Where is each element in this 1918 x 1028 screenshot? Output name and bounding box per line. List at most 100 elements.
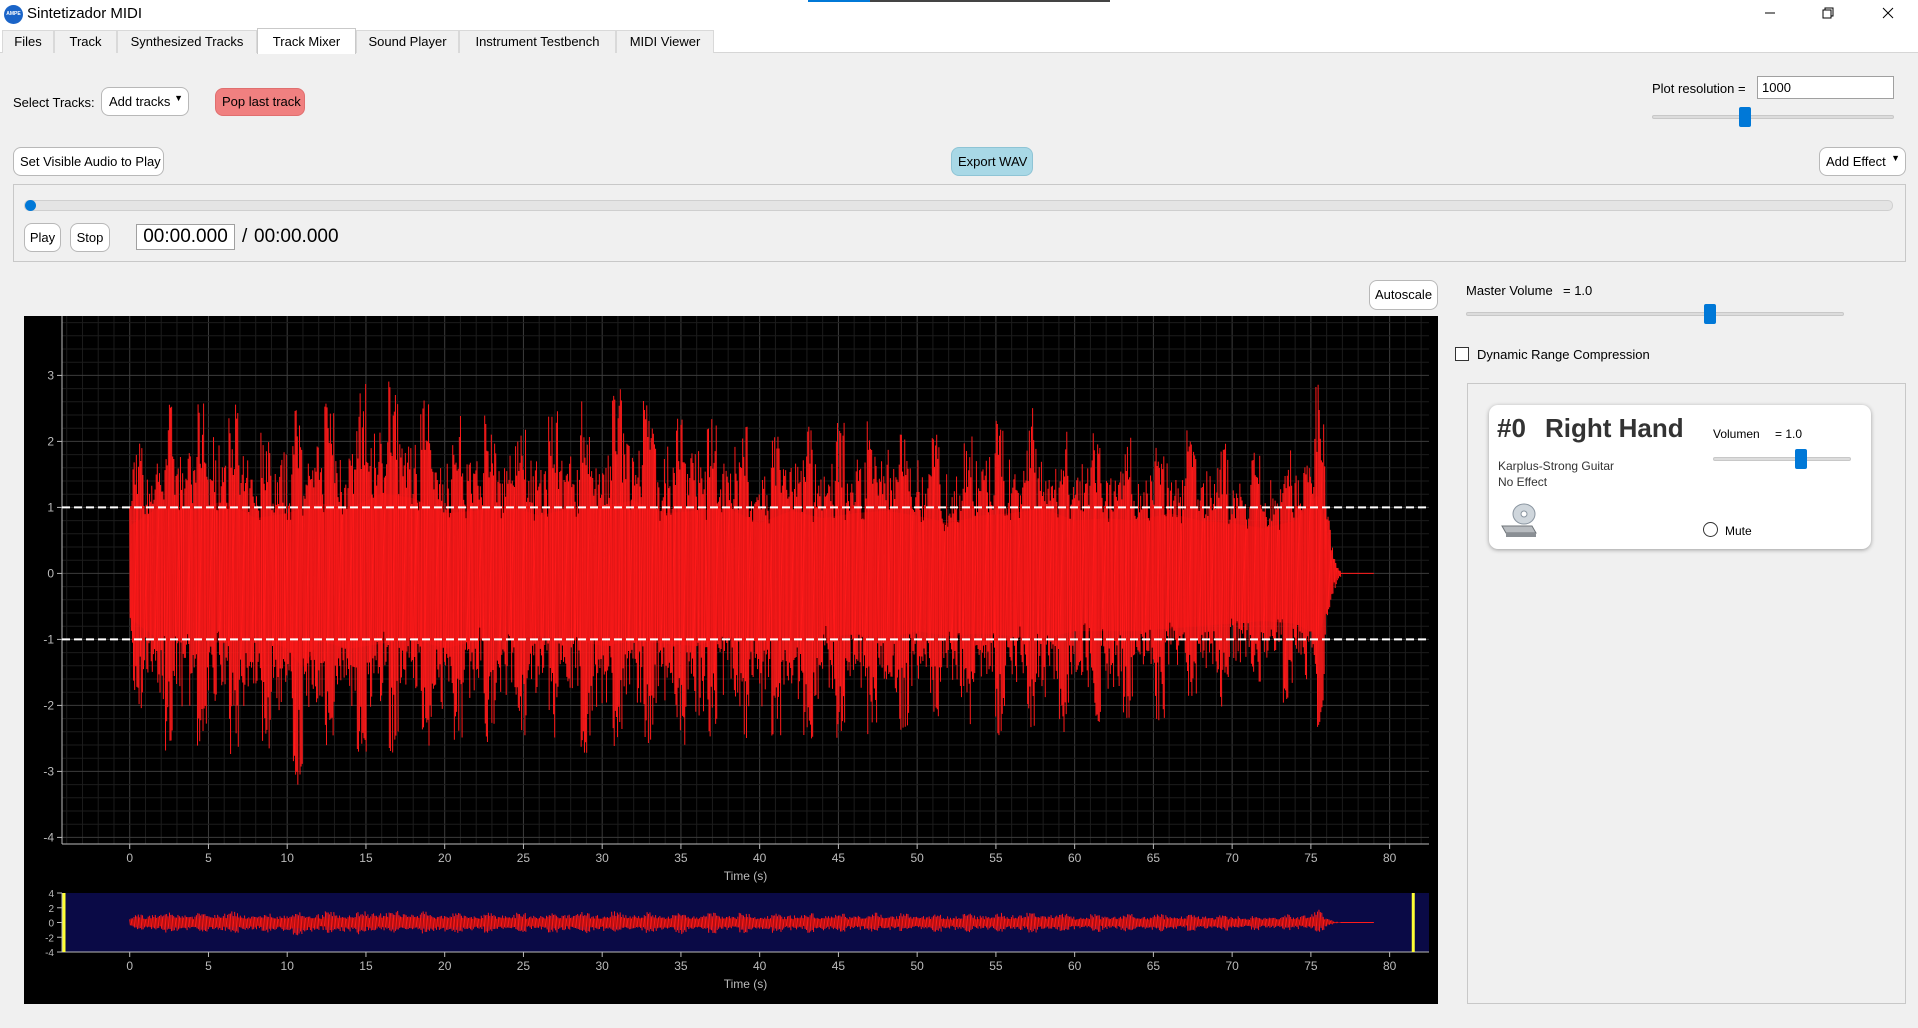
x-tick-label: 40 xyxy=(753,959,767,973)
add-effect-dropdown[interactable]: Add Effect ▼ xyxy=(1819,147,1906,176)
playback-progress-handle[interactable] xyxy=(25,200,36,211)
x-axis-label: Time (s) xyxy=(724,869,768,883)
y-tick-label: 2 xyxy=(48,904,54,915)
plot-resolution-input[interactable] xyxy=(1757,76,1894,99)
overview-plot-area: 0 5 10 15 20 25 30 35 40 45 50 55 60 65 70 75 80 4 2 0 -2 -4 T… xyxy=(24,888,1438,1004)
x-tick-label: 65 xyxy=(1147,959,1161,973)
tab-track[interactable]: Track xyxy=(54,30,117,53)
x-tick-label: 0 xyxy=(126,959,133,973)
track-audio-icon[interactable] xyxy=(1499,500,1539,541)
y-tick-label: 2 xyxy=(47,434,54,448)
play-button[interactable]: Play xyxy=(24,223,61,252)
x-tick-label: 55 xyxy=(989,851,1003,865)
x-tick-label: 20 xyxy=(438,959,452,973)
y-tick-label: 0 xyxy=(48,919,54,930)
x-tick-label: 10 xyxy=(281,959,295,973)
set-visible-audio-button[interactable]: Set Visible Audio to Play xyxy=(13,147,164,176)
x-tick-label: 50 xyxy=(910,851,924,865)
close-button[interactable] xyxy=(1860,0,1916,29)
master-volume-slider-track[interactable] xyxy=(1466,312,1844,316)
x-tick-label: 65 xyxy=(1147,851,1161,865)
track-name: Right Hand xyxy=(1545,413,1684,443)
x-tick-label: 35 xyxy=(674,959,688,973)
track-volume-slider-track[interactable] xyxy=(1713,457,1851,461)
pop-last-track-button[interactable]: Pop last track xyxy=(215,88,305,116)
restore-icon xyxy=(1822,7,1834,19)
total-time-display: 00:00.000 xyxy=(254,226,339,247)
waveform-plot[interactable]: 0 5 10 15 20 25 30 35 40 45 50 55 60 65 70 75 803210-1-2… xyxy=(24,316,1438,888)
tab-midi-viewer[interactable]: MIDI Viewer xyxy=(616,30,714,53)
master-volume-label: Master Volume xyxy=(1466,283,1553,298)
app-icon: AMPE MIDI xyxy=(4,5,23,36)
x-tick-label: 15 xyxy=(359,851,373,865)
x-tick-label: 45 xyxy=(832,959,846,973)
waveform-plot-area: 0 5 10 15 20 25 30 35 40 45 50 55 60 65 70 75 80 3 2 1 0 -1 -2… xyxy=(24,316,1438,888)
chevron-down-icon: ▼ xyxy=(174,93,183,103)
x-tick-label: 75 xyxy=(1304,851,1318,865)
y-tick-label: -4 xyxy=(43,830,54,844)
mute-radio[interactable] xyxy=(1703,522,1718,537)
disk-drive-icon xyxy=(1501,503,1537,537)
track-instrument: Karplus-Strong Guitar xyxy=(1498,459,1615,473)
playback-progress-bar[interactable] xyxy=(24,200,1893,211)
x-tick-label: 75 xyxy=(1304,959,1318,973)
minimize-icon xyxy=(1765,12,1775,14)
time-separator: / xyxy=(242,226,248,247)
x-tick-label: 15 xyxy=(359,959,373,973)
plot-resolution-slider-track[interactable] xyxy=(1652,115,1894,119)
x-axis-label: Time (s) xyxy=(724,977,768,991)
tab-files[interactable]: Files xyxy=(2,30,54,53)
select-tracks-label: Select Tracks: xyxy=(13,95,95,110)
plot-resolution-slider-thumb[interactable] xyxy=(1739,107,1752,127)
tab-synthesized-tracks[interactable]: Synthesized Tracks xyxy=(117,30,257,53)
track-volume-label: Volumen xyxy=(1713,427,1760,441)
add-effect-label: Add Effect xyxy=(1826,154,1886,169)
x-tick-label: 55 xyxy=(989,959,1003,973)
x-tick-label: 30 xyxy=(596,959,610,973)
window-title: Sintetizador MIDI xyxy=(27,5,143,22)
export-wav-button[interactable]: Export WAV xyxy=(951,147,1033,176)
stop-button[interactable]: Stop xyxy=(70,223,110,252)
track-number: #0 xyxy=(1497,413,1526,443)
title-indicator-dark xyxy=(870,0,1110,2)
y-tick-label: 3 xyxy=(47,368,54,382)
tab-sound-player[interactable]: Sound Player xyxy=(356,30,459,53)
title-bar xyxy=(0,0,1918,29)
tab-track-mixer[interactable]: Track Mixer xyxy=(257,28,356,54)
track-effect: No Effect xyxy=(1498,475,1548,489)
overview-plot[interactable]: 0 5 10 15 20 25 30 35 40 45 50 55 60 65 70 75 80420-2-4T… xyxy=(24,888,1438,1004)
x-tick-label: 40 xyxy=(753,851,767,865)
add-tracks-label: Add tracks xyxy=(109,94,171,109)
y-tick-label: 0 xyxy=(47,566,54,580)
master-volume-slider-thumb[interactable] xyxy=(1703,304,1716,324)
x-tick-label: 30 xyxy=(596,851,610,865)
x-tick-label: 10 xyxy=(281,851,295,865)
x-tick-label: 60 xyxy=(1068,851,1082,865)
x-tick-label: 35 xyxy=(674,851,688,865)
x-tick-label: 70 xyxy=(1225,851,1239,865)
mute-label: Mute xyxy=(1725,524,1752,538)
y-tick-label: -2 xyxy=(43,698,54,712)
x-tick-label: 5 xyxy=(205,959,212,973)
minimize-button[interactable] xyxy=(1742,0,1798,29)
y-tick-label: 4 xyxy=(48,889,54,900)
autoscale-button[interactable]: Autoscale xyxy=(1369,280,1438,310)
x-tick-label: 25 xyxy=(517,959,531,973)
x-tick-label: 25 xyxy=(517,851,531,865)
x-tick-label: 70 xyxy=(1225,959,1239,973)
plot-resolution-label: Plot resolution = xyxy=(1652,81,1746,96)
track-volume-slider-thumb[interactable] xyxy=(1794,449,1807,469)
y-tick-label: -3 xyxy=(43,764,54,778)
restore-button[interactable] xyxy=(1800,0,1856,29)
add-tracks-dropdown[interactable]: Add tracks ▼ xyxy=(101,87,189,116)
current-time-display: 00:00.000 xyxy=(136,224,235,250)
x-tick-label: 20 xyxy=(438,851,452,865)
x-tick-label: 5 xyxy=(205,851,212,865)
y-tick-label: -4 xyxy=(45,948,54,959)
chevron-down-icon: ▼ xyxy=(1891,153,1900,163)
drc-label: Dynamic Range Compression xyxy=(1477,347,1650,362)
drc-checkbox[interactable] xyxy=(1455,347,1469,361)
tab-instrument-testbench[interactable]: Instrument Testbench xyxy=(459,30,616,53)
track-volume-value: = 1.0 xyxy=(1775,427,1803,441)
y-tick-label: -2 xyxy=(45,933,54,944)
